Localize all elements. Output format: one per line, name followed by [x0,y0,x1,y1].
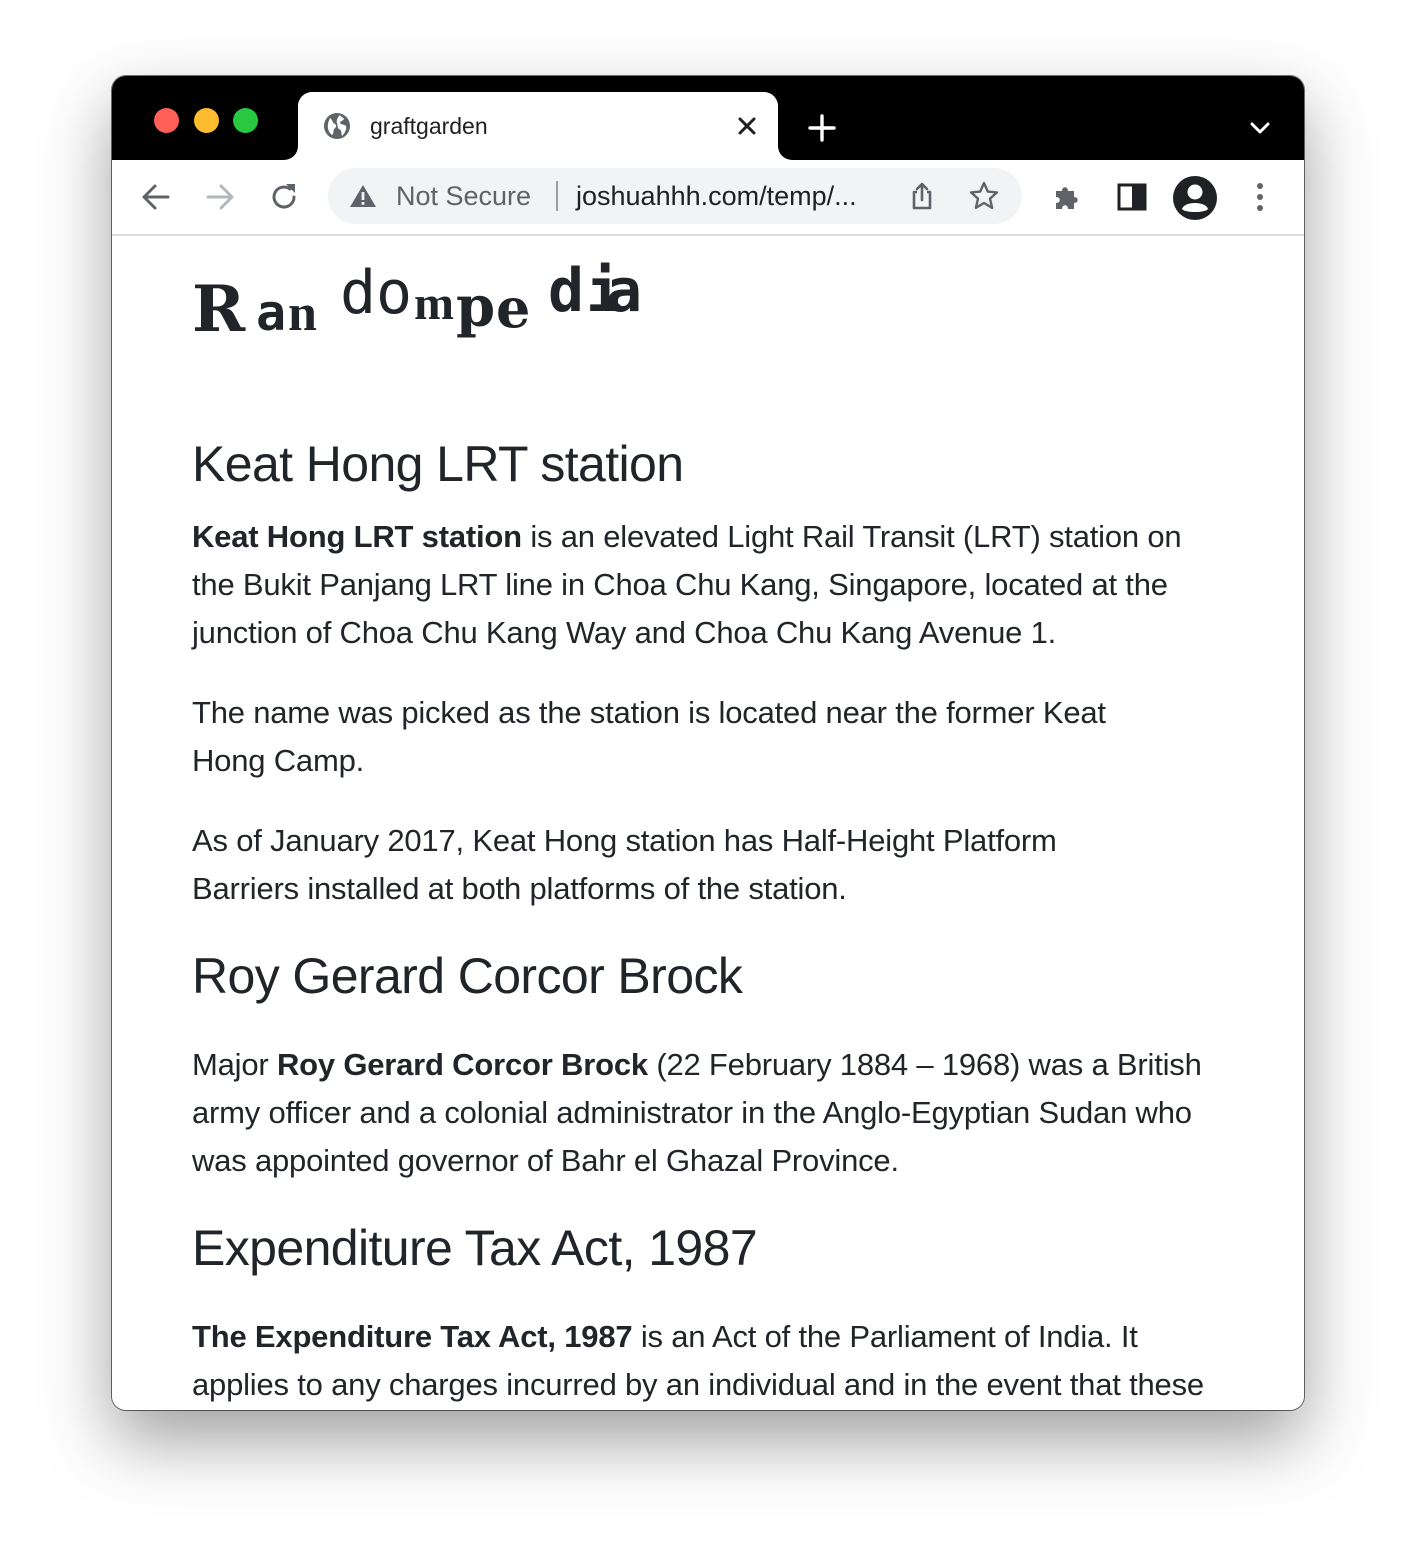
browser-window: graftgarden Not Secure joshuahhh.com/tem… [112,76,1304,1410]
paragraph: The name was picked as the station is lo… [192,689,1182,785]
warning-icon[interactable] [348,181,378,211]
logo-letter: d [548,256,585,326]
kebab-menu-icon[interactable] [1240,177,1280,217]
url-text[interactable]: joshuahhh.com/temp/... [576,168,857,224]
paragraph: Major Roy Gerard Corcor Brock (22 Februa… [192,1041,1222,1185]
globe-icon [324,113,350,139]
page-viewport[interactable]: R a n d o m p e d i a Keat Hong LRT stat… [112,236,1304,1410]
tab-strip: graftgarden [112,76,1304,160]
minimize-window-button[interactable] [194,108,219,133]
reload-icon[interactable] [264,177,304,217]
paragraph: As of January 2017, Keat Hong station ha… [192,817,1152,913]
share-icon[interactable] [906,180,938,212]
tab-title: graftgarden [370,113,488,139]
forward-arrow-icon[interactable] [200,177,240,217]
side-panel-icon[interactable] [1112,177,1152,217]
close-window-button[interactable] [154,108,179,133]
tab-active[interactable]: graftgarden [298,92,778,160]
logo-letter: p [456,274,496,340]
logo-letter: m [414,277,454,330]
logo-letter: d [340,258,377,328]
section-heading: Keat Hong LRT station [192,436,684,492]
section-heading: Expenditure Tax Act, 1987 [192,1220,758,1276]
back-arrow-icon[interactable] [136,177,176,217]
logo-letter: o [376,258,413,328]
logo-letter: n [288,285,317,342]
paragraph: Keat Hong LRT station is an elevated Lig… [192,513,1222,657]
logo-letter: a [256,284,287,342]
paragraph-bold: Keat Hong LRT station [192,519,522,554]
logo-letter: a [606,256,643,326]
omnibox-separator [556,181,558,211]
logo-letter: R [192,272,246,347]
toolbar: Not Secure joshuahhh.com/temp/... [112,160,1304,236]
plus-icon[interactable] [804,110,840,146]
section-heading: Roy Gerard Corcor Brock [192,948,743,1004]
paragraph-text: The name was picked as the station is lo… [192,695,1106,778]
paragraph-text: As of January 2017, Keat Hong station ha… [192,823,1057,906]
star-icon[interactable] [968,180,1000,212]
paragraph-prefix: Major [192,1047,277,1082]
paragraph: The Expenditure Tax Act, 1987 is an Act … [192,1313,1222,1410]
security-label[interactable]: Not Secure [396,168,531,224]
address-bar[interactable]: Not Secure joshuahhh.com/temp/... [328,168,1022,224]
avatar-icon[interactable] [1172,175,1218,221]
paragraph-bold: The Expenditure Tax Act, 1987 [192,1319,633,1354]
chevron-down-icon[interactable] [1244,112,1276,144]
site-logo[interactable]: R a n d o m p e d i a [192,256,644,347]
zoom-window-button[interactable] [233,108,258,133]
close-icon[interactable] [732,111,762,141]
paragraph-bold: Roy Gerard Corcor Brock [276,1047,648,1082]
puzzle-icon[interactable] [1048,177,1088,217]
logo-letter: e [496,276,531,340]
